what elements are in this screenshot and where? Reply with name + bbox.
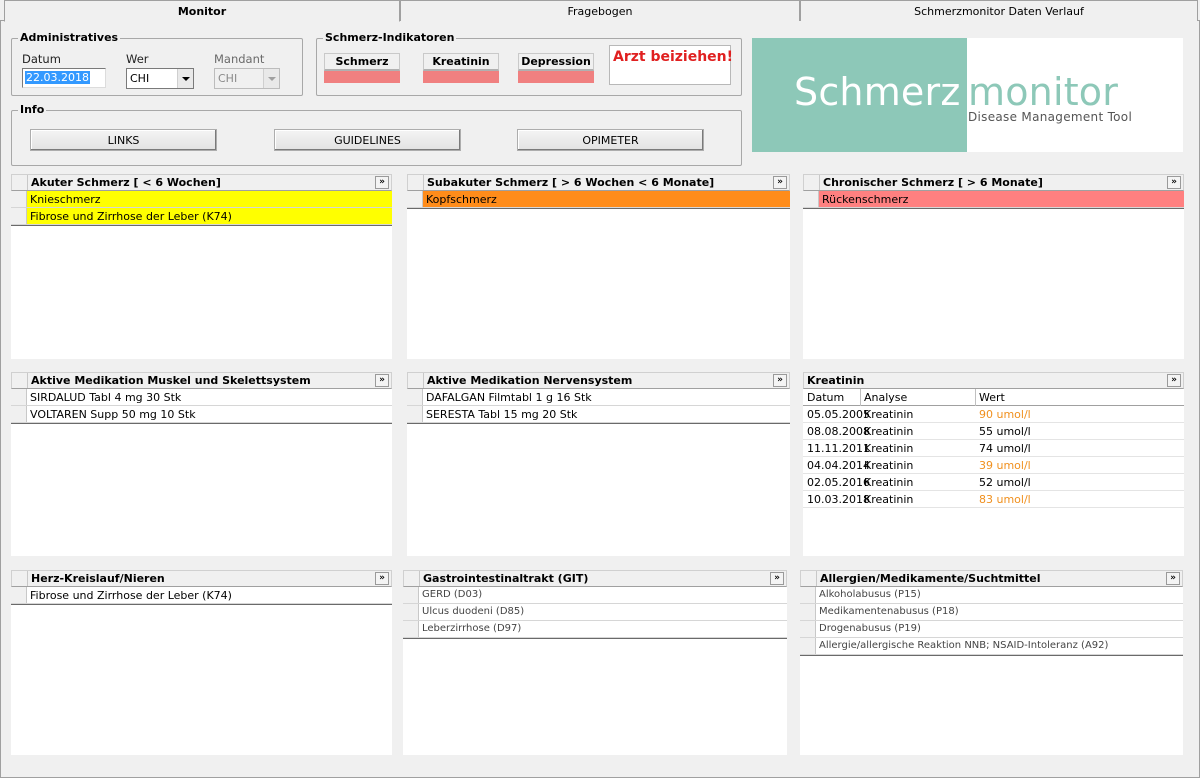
panel-header: Subakuter Schmerz [ > 6 Wochen < 6 Monat…: [407, 174, 790, 191]
list-item[interactable]: DAFALGAN Filmtabl 1 g 16 Stk: [407, 389, 790, 406]
logo-subtitle: Disease Management Tool: [968, 110, 1133, 124]
mandant-select[interactable]: CHI: [214, 68, 280, 89]
panel-chronischer-schmerz: Chronischer Schmerz [ > 6 Monate] » Rück…: [803, 174, 1184, 359]
panel-akuter-schmerz: Akuter Schmerz [ < 6 Wochen] » Knieschme…: [11, 174, 392, 359]
tab-fragebogen-label: Fragebogen: [567, 4, 633, 18]
mandant-value: CHI: [218, 72, 238, 85]
administratives-title: Administratives: [18, 31, 121, 45]
list-item[interactable]: Fibrose und Zirrhose der Leber (K74): [11, 587, 392, 604]
panel-title: Aktive Medikation Nervensystem: [427, 374, 633, 387]
panel-header: Gastrointestinaltrakt (GIT) »: [403, 570, 787, 587]
datum-value: 22.03.2018: [25, 71, 90, 84]
panel-title: Subakuter Schmerz [ > 6 Wochen < 6 Monat…: [427, 176, 715, 189]
panel-title: Gastrointestinaltrakt (GIT): [423, 572, 589, 585]
expand-icon[interactable]: »: [773, 176, 787, 189]
panel-title: Kreatinin: [807, 374, 865, 387]
tab-fragebogen[interactable]: Fragebogen: [400, 0, 800, 21]
panel-allergien: Allergien/Medikamente/Suchtmittel » Alko…: [800, 570, 1183, 755]
list-item[interactable]: Rückenschmerz: [803, 191, 1184, 208]
expand-icon[interactable]: »: [1166, 572, 1180, 585]
list-item[interactable]: Ulcus duodeni (D85): [403, 604, 787, 621]
panel-title: Akuter Schmerz [ < 6 Wochen]: [31, 176, 221, 189]
opimeter-button[interactable]: OPIMETER: [517, 129, 704, 151]
panel-subakuter-schmerz: Subakuter Schmerz [ > 6 Wochen < 6 Monat…: [407, 174, 790, 359]
datum-field[interactable]: 22.03.2018: [22, 68, 106, 88]
guidelines-button[interactable]: GUIDELINES: [274, 129, 461, 151]
expand-icon[interactable]: »: [375, 176, 389, 189]
expand-icon[interactable]: »: [1167, 176, 1181, 189]
list-item[interactable]: Knieschmerz: [11, 191, 392, 208]
panel-header: Kreatinin »: [803, 372, 1184, 389]
indikatoren-title: Schmerz-Indikatoren: [323, 31, 457, 45]
panel-medikation-muskel: Aktive Medikation Muskel und Skelettsyst…: [11, 372, 392, 556]
panel-herz-kreislauf: Herz-Kreislauf/Nieren » Fibrose und Zirr…: [11, 570, 392, 755]
indicator-kreatinin-label: Kreatinin: [423, 53, 499, 71]
info-title: Info: [18, 103, 47, 117]
panel-header: Aktive Medikation Muskel und Skelettsyst…: [11, 372, 392, 389]
panel-title: Chronischer Schmerz [ > 6 Monate]: [823, 176, 1043, 189]
datum-label: Datum: [22, 52, 61, 66]
tab-monitor-label: Monitor: [177, 4, 227, 18]
schmerzmonitor-logo: Schmerz monitor Disease Management Tool: [752, 38, 1183, 152]
list-item[interactable]: Drogenabusus (P19): [800, 621, 1183, 638]
logo-word-monitor: monitor: [968, 70, 1119, 114]
tab-monitor[interactable]: Monitor: [4, 0, 400, 22]
panel-title: Allergien/Medikamente/Suchtmittel: [820, 572, 1041, 585]
indicator-schmerz-label: Schmerz: [324, 53, 400, 71]
table-row[interactable]: 04.04.2014 Kreatinin 39 umol/l: [803, 457, 1184, 474]
panel-header: Allergien/Medikamente/Suchtmittel »: [800, 570, 1183, 587]
panel-header: Herz-Kreislauf/Nieren »: [11, 570, 392, 587]
indicator-kreatinin-bar: [423, 71, 499, 83]
expand-icon[interactable]: »: [773, 374, 787, 387]
list-item[interactable]: Alkoholabusus (P15): [800, 587, 1183, 604]
chevron-down-icon[interactable]: [177, 69, 193, 88]
expand-icon[interactable]: »: [770, 572, 784, 585]
expand-icon[interactable]: »: [1167, 374, 1181, 387]
panel-header: Chronischer Schmerz [ > 6 Monate] »: [803, 174, 1184, 191]
panel-title: Herz-Kreislauf/Nieren: [31, 572, 165, 585]
list-item[interactable]: SERESTA Tabl 15 mg 20 Stk: [407, 406, 790, 423]
chevron-down-icon: [263, 69, 279, 88]
indicator-schmerz-bar: [324, 71, 400, 83]
expand-icon[interactable]: »: [375, 374, 389, 387]
list-item[interactable]: Leberzirrhose (D97): [403, 621, 787, 638]
panel-medikation-nerven: Aktive Medikation Nervensystem » DAFALGA…: [407, 372, 790, 556]
table-row[interactable]: 10.03.2018 Kreatinin 83 umol/l: [803, 491, 1184, 508]
wer-value: CHI: [130, 72, 150, 85]
table-row[interactable]: 02.05.2016 Kreatinin 52 umol/l: [803, 474, 1184, 491]
kreatinin-table-header: Datum Analyse Wert: [803, 389, 1184, 406]
table-row[interactable]: 05.05.2005 Kreatinin 90 umol/l: [803, 406, 1184, 423]
tab-daten-verlauf[interactable]: Schmerzmonitor Daten Verlauf: [800, 0, 1198, 21]
column-analyse[interactable]: Analyse: [864, 391, 907, 404]
panel-kreatinin: Kreatinin » Datum Analyse Wert 05.05.200…: [803, 372, 1184, 556]
mandant-label: Mandant: [214, 52, 265, 66]
list-item[interactable]: GERD (D03): [403, 587, 787, 604]
list-item[interactable]: Allergie/allergische Reaktion NNB; NSAID…: [800, 638, 1183, 655]
wer-label: Wer: [126, 52, 149, 66]
table-row[interactable]: 11.11.2011 Kreatinin 74 umol/l: [803, 440, 1184, 457]
panel-gastrointestinal: Gastrointestinaltrakt (GIT) » GERD (D03)…: [403, 570, 787, 755]
panel-header: Aktive Medikation Nervensystem »: [407, 372, 790, 389]
list-item[interactable]: Fibrose und Zirrhose der Leber (K74): [11, 208, 392, 225]
indicator-depression-bar: [518, 71, 594, 83]
indicator-depression-label: Depression: [518, 53, 594, 71]
list-item[interactable]: VOLTAREN Supp 50 mg 10 Stk: [11, 406, 392, 423]
column-wert[interactable]: Wert: [979, 391, 1005, 404]
table-row[interactable]: 08.08.2008 Kreatinin 55 umol/l: [803, 423, 1184, 440]
panel-title: Aktive Medikation Muskel und Skelettsyst…: [31, 374, 311, 387]
list-item[interactable]: Kopfschmerz: [407, 191, 790, 208]
column-datum[interactable]: Datum: [807, 391, 844, 404]
alert-text: Arzt beiziehen!: [613, 49, 734, 65]
tab-daten-verlauf-label: Schmerzmonitor Daten Verlauf: [914, 4, 1084, 18]
links-button[interactable]: LINKS: [30, 129, 217, 151]
expand-icon[interactable]: »: [375, 572, 389, 585]
list-item[interactable]: Medikamentenabusus (P18): [800, 604, 1183, 621]
list-item[interactable]: SIRDALUD Tabl 4 mg 30 Stk: [11, 389, 392, 406]
wer-select[interactable]: CHI: [126, 68, 194, 89]
panel-header: Akuter Schmerz [ < 6 Wochen] »: [11, 174, 392, 191]
logo-word-schmerz: Schmerz: [794, 70, 961, 114]
